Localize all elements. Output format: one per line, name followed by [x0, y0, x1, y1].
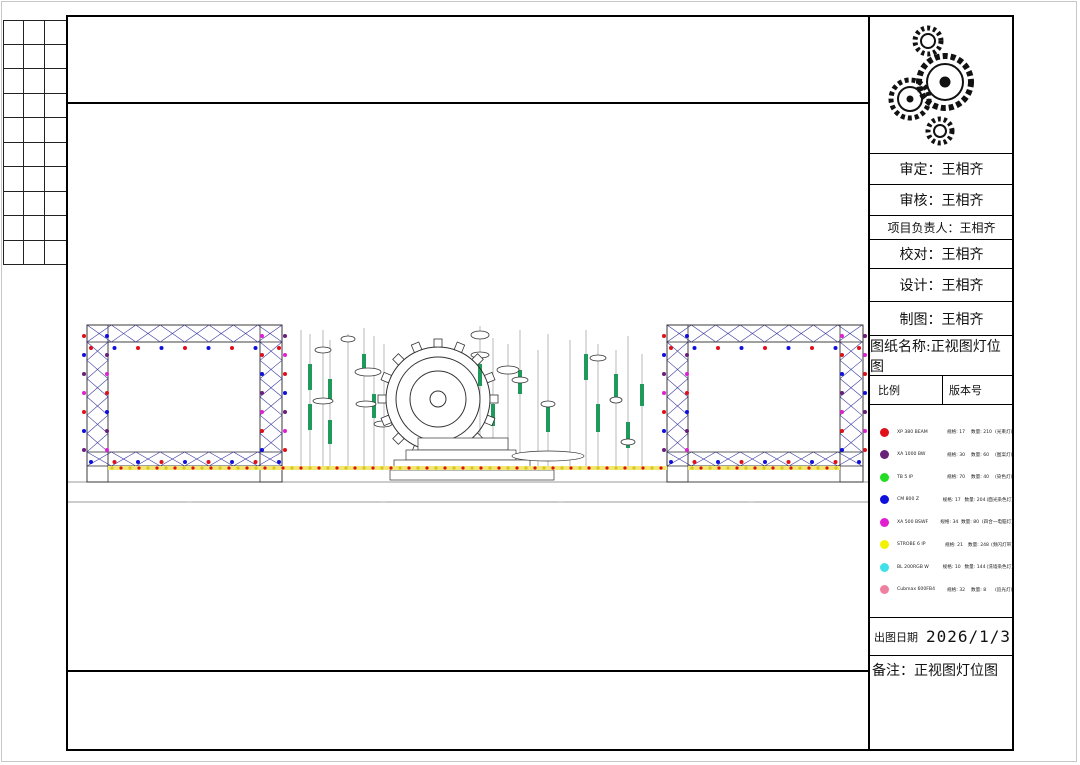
legend-c1: 规格: 70 [947, 475, 966, 481]
legend-c2: 数量: 144 [964, 565, 986, 571]
legend-c1: 规格: 34 [940, 520, 959, 526]
revision-grid [3, 20, 67, 265]
legend-c2: 数量: 40 [971, 475, 990, 481]
checked-by: 审核：王相齐 [870, 185, 1013, 216]
legend-name: Cubmax 600FB4 [897, 587, 935, 593]
legend-name: STROBE 6 IP [897, 542, 926, 548]
legend-c1: 规格: 32 [947, 587, 966, 593]
legend-note: (追光灯) [995, 587, 1013, 593]
version-label: 版本号 [942, 376, 1013, 404]
legend-note: (光束灯) [995, 430, 1013, 436]
date-label: 出图日期 [874, 630, 918, 644]
fixture-color-swatch [880, 585, 889, 595]
hanging-discs [312, 330, 636, 446]
issue-date-row: 出图日期 2026/1/3 [870, 618, 1013, 656]
central-gear [385, 346, 491, 452]
legend-item: CM 800 Z 规格: 17 数量: 204 (面光染色灯) [870, 489, 1013, 512]
legend-c1: 规格: 17 [942, 497, 961, 503]
fixture-color-swatch [880, 427, 889, 437]
drawn-by: 制图：王相齐 [870, 302, 1013, 336]
bottom-band [66, 670, 869, 751]
fixture-color-swatch [880, 472, 889, 482]
floor-fixtures [108, 466, 840, 470]
legend-name: XP 380 BEAM [897, 429, 928, 435]
legend-name: TB 5 IP [897, 474, 913, 480]
designed-by: 设计：王相齐 [870, 269, 1013, 302]
legend-item: STROBE 6 IP 规格: 21 数量: 248 (频闪灯带) [870, 534, 1013, 557]
fixture-legend: XP 380 BEAM 规格: 17 数量: 210 (光束灯) XA 1000 BW 规… [870, 405, 1013, 618]
gears-logo-icon [870, 17, 1013, 154]
center-stage [389, 437, 585, 481]
legend-c1: 规格: 30 [947, 452, 966, 458]
project-lead: 项目负责人：王相齐 [870, 216, 1013, 240]
legend-name: XA 500 BSWF [897, 519, 929, 525]
legend-item: Cubmax 600FB4 规格: 32 数量: 8 (追光灯) [870, 579, 1013, 602]
top-band [66, 15, 869, 104]
fixture-color-swatch [880, 517, 889, 527]
legend-c2: 数量: 204 [964, 497, 986, 503]
legend-c2: 数量: 210 [971, 430, 992, 436]
drawing-name: 图纸名称:正视图灯位图 [870, 336, 1013, 376]
fixture-color-swatch [880, 450, 889, 460]
legend-name: CM 800 Z [897, 497, 920, 503]
proofread-by: 校对：王相齐 [870, 240, 1013, 269]
scale-version-row: 比例 版本号 [870, 376, 1013, 405]
legend-item: XA 500 BSWF 规格: 34 数量: 80 (四合一电脑灯) [870, 511, 1013, 534]
legend-item: XP 380 BEAM 规格: 17 数量: 210 (光束灯) [870, 421, 1013, 444]
legend-name: BL 200RGB W [897, 564, 929, 570]
remark: 备注：正视图灯位图 [872, 663, 998, 679]
legend-c1: 规格: 17 [947, 430, 966, 436]
approved-by: 审定：王相齐 [870, 154, 1013, 185]
scale-label: 比例 [878, 384, 900, 397]
legend-item: TB 5 IP 规格: 70 数量: 40 (染色灯) [870, 466, 1013, 489]
legend-note: (频闪灯带) [991, 542, 1013, 548]
legend-note: (染色灯) [995, 475, 1013, 481]
legend-c2: 数量: 60 [971, 452, 990, 458]
legend-name: XA 1000 BW [897, 452, 926, 458]
legend-item: XA 1000 BW 规格: 30 数量: 60 (图案灯) [870, 444, 1013, 467]
legend-c1: 规格: 10 [942, 565, 961, 571]
legend-c1: 规格: 21 [944, 542, 964, 548]
legend-note: (面光染色灯) [986, 497, 1013, 503]
fixture-color-swatch [880, 540, 889, 550]
fixture-color-swatch [880, 495, 889, 505]
stage-elevation-drawing [68, 104, 868, 670]
date-value: 2026/1/3 [926, 627, 1012, 646]
legend-c2: 数量: 248 [968, 542, 989, 548]
legend-note: (四合一电脑灯) [981, 520, 1013, 526]
legend-c2: 数量: 8 [971, 587, 987, 593]
legend-c2: 数量: 80 [961, 520, 980, 526]
fixture-color-swatch [880, 562, 889, 572]
legend-note: (洗墙染色灯) [986, 565, 1013, 571]
legend-note: (图案灯) [995, 452, 1013, 458]
legend-item: BL 200RGB W 规格: 10 数量: 144 (洗墙染色灯) [870, 556, 1013, 579]
